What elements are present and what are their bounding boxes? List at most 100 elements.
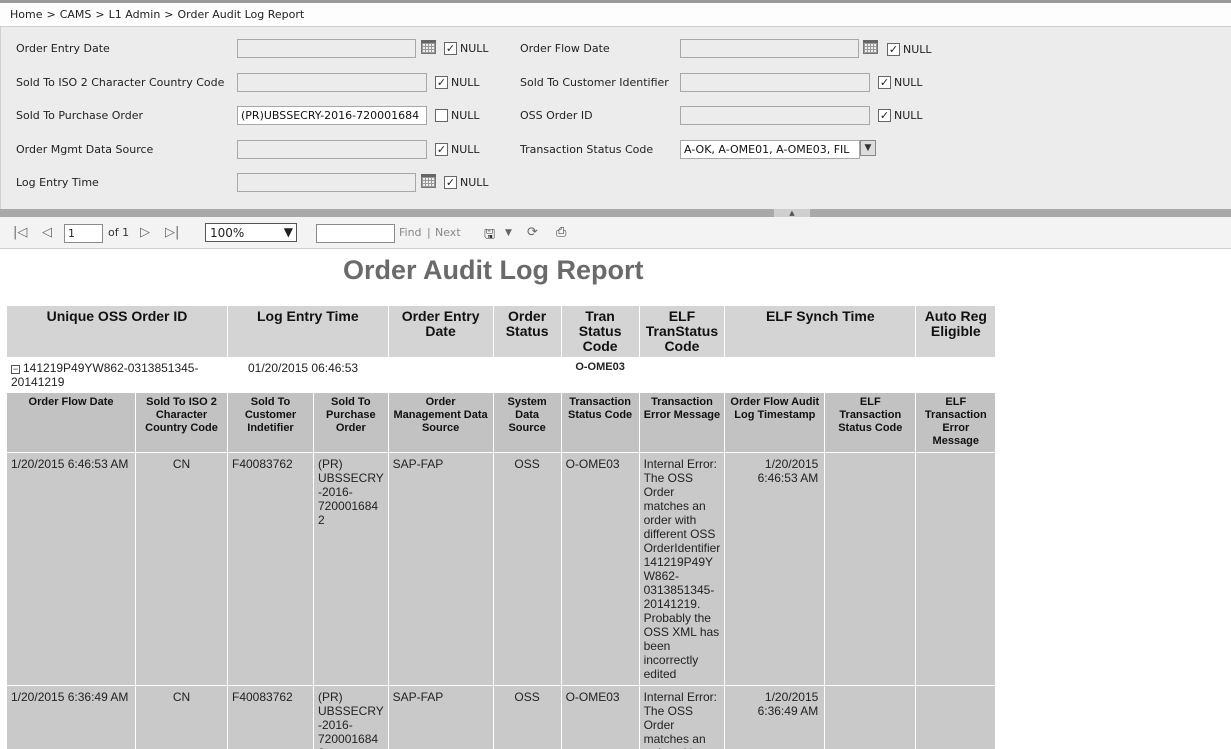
col-header-elf-synch-time[interactable]: ELF Synch Time — [724, 305, 917, 358]
cell-mgmt-source: SAP-FAP — [387, 685, 494, 749]
order-flow-date-input[interactable] — [680, 39, 859, 58]
panel-splitter[interactable]: ▲ — [0, 209, 1231, 217]
col-header-elf-transtatus-code[interactable]: ELF TranStatus Code — [638, 305, 726, 358]
checkbox-checked-icon[interactable]: ✓ — [878, 109, 891, 122]
order-flow-date-null[interactable]: ✓ NULL — [887, 43, 932, 56]
tran-status-code-label: Transaction Status Code — [520, 143, 654, 156]
sold-to-iso-label: Sold To ISO 2 Character Country Code — [16, 76, 225, 89]
col-header-tran-status-code[interactable]: Tran Status Code — [560, 305, 640, 358]
group-row: −141219P49YW862-0313851345-20141219 01/2… — [6, 357, 997, 393]
find-link[interactable]: Find — [399, 226, 422, 239]
checkbox-checked-icon[interactable]: ✓ — [878, 76, 891, 89]
log-entry-time-input[interactable] — [237, 173, 416, 192]
sub-header-transaction-error-message: Transaction Error Message — [638, 392, 726, 453]
table-row: 1/20/2015 6:46:53 AM CN F40083762 (PR) U… — [6, 452, 997, 686]
sub-header-sold-to-customer: Sold To Customer Indetifier — [227, 392, 314, 453]
sub-header-sold-to-po: Sold To Purchase Order — [313, 392, 389, 453]
previous-page-icon[interactable]: ◁ — [42, 225, 52, 240]
chevron-down-icon[interactable]: ▼ — [860, 140, 876, 156]
next-page-icon[interactable]: ▷ — [140, 225, 150, 240]
order-mgmt-source-null[interactable]: ✓ NULL — [435, 143, 480, 156]
collapse-panel-button[interactable]: ▲ — [774, 209, 810, 217]
order-mgmt-source-input[interactable] — [237, 140, 427, 159]
col-header-order-entry-date[interactable]: Order Entry Date — [387, 305, 494, 358]
cell-order-flow-date: 1/20/2015 6:36:49 AM — [6, 685, 136, 749]
oss-order-id-input[interactable] — [680, 106, 870, 125]
find-separator: | — [427, 226, 431, 239]
sold-to-iso-null[interactable]: ✓ NULL — [435, 76, 480, 89]
breadcrumb-cams[interactable]: CAMS — [60, 8, 92, 21]
calendar-icon[interactable] — [421, 40, 436, 54]
null-label: NULL — [460, 42, 489, 55]
sold-to-customer-input[interactable] — [680, 73, 870, 92]
cell-iso: CN — [135, 685, 228, 749]
checkbox-checked-icon[interactable]: ✓ — [444, 176, 457, 189]
cell-elf-status — [824, 685, 917, 749]
cell-mgmt-source: SAP-FAP — [387, 452, 494, 686]
current-page-input[interactable]: 1 — [64, 224, 103, 243]
checkbox-checked-icon[interactable]: ✓ — [887, 43, 900, 56]
group-tran-status: O-OME03 — [560, 357, 640, 393]
breadcrumb-separator: > — [164, 8, 174, 21]
log-entry-time-null[interactable]: ✓ NULL — [444, 176, 489, 189]
cell-customer: F40083762 — [227, 685, 314, 749]
last-page-icon[interactable]: ▷| — [165, 225, 179, 240]
sold-to-po-input[interactable]: (PR)UBSSECRY-2016-720001684 — [237, 106, 427, 125]
col-header-auto-reg-eligible[interactable]: Auto Reg Eligible — [915, 305, 997, 358]
cell-iso: CN — [135, 452, 228, 686]
detail-header-row: Order Flow Date Sold To ISO 2 Character … — [6, 392, 997, 453]
order-entry-date-label: Order Entry Date — [16, 42, 110, 55]
group-order-status — [492, 357, 562, 393]
sold-to-customer-null[interactable]: ✓ NULL — [878, 76, 923, 89]
chevron-down-icon[interactable]: ▼ — [284, 225, 293, 239]
sub-header-sold-to-iso: Sold To ISO 2 Character Country Code — [135, 392, 228, 453]
sold-to-po-null[interactable]: NULL — [435, 109, 480, 122]
collapse-icon[interactable]: − — [11, 365, 20, 374]
refresh-icon[interactable]: ⟳ — [527, 225, 538, 240]
next-link[interactable]: Next — [435, 226, 461, 239]
null-label: NULL — [451, 143, 480, 156]
sold-to-customer-label: Sold To Customer Identifier — [520, 76, 669, 89]
breadcrumb-current: Order Audit Log Report — [177, 8, 305, 21]
null-label: NULL — [460, 176, 489, 189]
table-row: 1/20/2015 6:36:49 AM CN F40083762 (PR) U… — [6, 685, 997, 749]
checkbox-checked-icon[interactable]: ✓ — [435, 143, 448, 156]
cell-elf-error — [915, 452, 997, 686]
order-mgmt-source-label: Order Mgmt Data Source — [16, 143, 154, 156]
first-page-icon[interactable]: |◁ — [13, 225, 27, 240]
sub-header-order-mgmt-source: Order Management Data Source — [387, 392, 494, 453]
report-toolbar: |◁ ◁ 1 of 1 ▷ ▷| 100% ▼ Find | Next 🖫 ▼ ⟳… — [0, 217, 1231, 249]
checkbox-checked-icon[interactable]: ✓ — [435, 76, 448, 89]
breadcrumb-home[interactable]: Home — [10, 8, 42, 21]
calendar-icon[interactable] — [421, 174, 436, 188]
checkbox-unchecked-icon[interactable] — [435, 109, 448, 122]
col-header-order-status[interactable]: Order Status — [492, 305, 562, 358]
zoom-select[interactable]: 100% ▼ — [205, 223, 297, 242]
breadcrumb-l1-admin[interactable]: L1 Admin — [109, 8, 161, 21]
sub-header-audit-log-timestamp: Order Flow Audit Log Timestamp — [724, 392, 826, 453]
oss-order-id-label: OSS Order ID — [520, 109, 593, 122]
log-entry-time-label: Log Entry Time — [16, 176, 99, 189]
null-label: NULL — [451, 76, 480, 89]
find-input[interactable] — [316, 224, 395, 243]
sold-to-iso-input[interactable] — [237, 73, 427, 92]
print-icon[interactable]: ⎙ — [556, 225, 566, 240]
order-entry-date-null[interactable]: ✓ NULL — [444, 42, 489, 55]
oss-order-id-null[interactable]: ✓ NULL — [878, 109, 923, 122]
cell-timestamp: 1/20/2015 6:36:49 AM — [724, 685, 826, 749]
group-order-id-cell: −141219P49YW862-0313851345-20141219 — [6, 357, 228, 393]
export-icon[interactable]: 🖫 — [484, 225, 495, 247]
null-label: NULL — [894, 109, 923, 122]
cell-system-source: OSS — [492, 685, 562, 749]
order-entry-date-input[interactable] — [237, 39, 416, 58]
tran-status-code-select[interactable]: A-OK, A-OME01, A-OME03, FIL — [680, 140, 860, 159]
export-dropdown-icon[interactable]: ▼ — [505, 228, 512, 238]
checkbox-checked-icon[interactable]: ✓ — [444, 42, 457, 55]
report-table: Unique OSS Order ID Log Entry Time Order… — [6, 305, 997, 749]
group-order-id: 141219P49YW862-0313851345-20141219 — [11, 361, 199, 389]
calendar-icon[interactable] — [863, 40, 878, 54]
col-header-unique-oss-order-id[interactable]: Unique OSS Order ID — [6, 305, 228, 358]
page-count: of 1 — [108, 226, 130, 239]
col-header-log-entry-time[interactable]: Log Entry Time — [227, 305, 389, 358]
report-header-row: Unique OSS Order ID Log Entry Time Order… — [6, 305, 997, 358]
